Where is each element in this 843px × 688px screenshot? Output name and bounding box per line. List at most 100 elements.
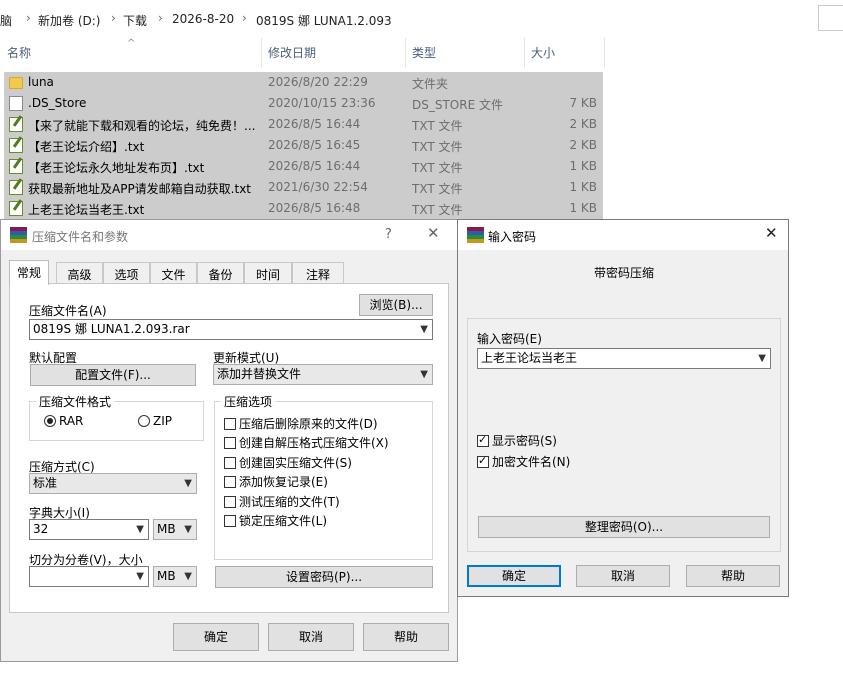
file-row[interactable]: 上老王论坛当老王.txt 2026/8/5 16:48 TXT 文件 1 KB — [4, 198, 603, 219]
breadcrumb-date-folder[interactable]: 2026-8-20 — [172, 12, 234, 26]
password-value: 上老王论坛当老王 — [481, 351, 578, 365]
file-name: 【老王论坛介绍】.txt — [28, 140, 145, 154]
file-date: 2026/8/20 22:29 — [268, 75, 368, 89]
column-header-type[interactable]: 类型 — [412, 44, 436, 61]
archive-name-combo[interactable]: 0819S 娜 LUNA1.2.093.rar ▼ — [29, 319, 433, 340]
breadcrumb-current-folder[interactable]: 0819S 娜 LUNA1.2.093 — [256, 12, 392, 29]
compression-method-select[interactable]: 标准 ▼ — [29, 473, 197, 494]
column-divider[interactable] — [405, 38, 406, 68]
archive-name-label: 压缩文件名(A) — [29, 304, 107, 318]
general-tab-panel: 压缩文件名(A) 浏览(B)... 0819S 娜 LUNA1.2.093.ra… — [9, 283, 449, 613]
txt-file-icon — [9, 159, 23, 174]
test-archived-files-checkbox[interactable]: 测试压缩的文件(T) — [224, 493, 340, 510]
tab-files[interactable]: 文件 — [150, 262, 197, 284]
tab-options[interactable]: 选项 — [103, 262, 150, 284]
browse-button[interactable]: 浏览(B)... — [359, 294, 433, 316]
organize-passwords-button[interactable]: 整理密码(O)... — [478, 516, 770, 538]
breadcrumb-separator-icon: › — [26, 11, 31, 25]
checkbox-checked-icon — [477, 433, 489, 447]
ok-button[interactable]: 确定 — [173, 623, 259, 651]
cancel-button[interactable]: 取消 — [268, 623, 354, 651]
tab-backup[interactable]: 备份 — [197, 262, 244, 284]
file-type: TXT 文件 — [412, 203, 463, 217]
format-zip-radio[interactable]: ZIP — [138, 414, 172, 428]
close-icon[interactable]: ✕ — [427, 224, 440, 242]
column-divider[interactable] — [604, 38, 605, 68]
file-row[interactable]: 【来了就能下载和观看的论坛，纯免费！... 2026/8/5 16:44 TXT… — [4, 114, 603, 135]
file-row[interactable]: 获取最新地址及APP请发邮箱自动获取.txt 2021/6/30 22:54 T… — [4, 177, 603, 198]
help-icon[interactable]: ? — [385, 227, 392, 242]
file-row[interactable]: luna 2026/8/20 22:29 文件夹 — [4, 72, 603, 93]
breadcrumb-this-pc[interactable]: 脑 — [0, 12, 12, 29]
column-header-name[interactable]: 名称 — [7, 44, 31, 61]
checkbox-unchecked-icon — [224, 457, 236, 469]
encrypt-file-names-checkbox[interactable]: 加密文件名(N) — [477, 453, 570, 470]
breadcrumb-separator-icon: › — [111, 11, 116, 25]
update-mode-select[interactable]: 添加并替换文件 ▼ — [213, 364, 433, 385]
delete-after-archiving-checkbox[interactable]: 压缩后删除原来的文件(D) — [224, 415, 378, 432]
format-rar-radio[interactable]: RAR — [44, 414, 83, 428]
file-size: 1 KB — [569, 201, 597, 215]
help-button[interactable]: 帮助 — [363, 623, 449, 651]
file-name: .DS_Store — [28, 96, 87, 110]
dialog-titlebar[interactable]: 压缩文件名和参数 ? ✕ — [1, 220, 457, 250]
chevron-down-icon: ▼ — [184, 524, 192, 535]
dictionary-unit-value: MB — [157, 522, 176, 536]
file-row[interactable]: 【老王论坛永久地址发布页】.txt 2026/8/5 16:44 TXT 文件 … — [4, 156, 603, 177]
profiles-button[interactable]: 配置文件(F)... — [30, 364, 196, 386]
chevron-down-icon: ▼ — [758, 353, 766, 364]
archive-parameters-dialog: 压缩文件名和参数 ? ✕ 常规 高级 选项 文件 备份 时间 注释 压缩文件名(… — [0, 219, 458, 662]
radio-unselected-icon — [138, 415, 150, 427]
breadcrumb-downloads[interactable]: 下载 — [123, 12, 147, 29]
tab-general[interactable]: 常规 — [9, 260, 49, 285]
file-name: 上老王论坛当老王.txt — [28, 203, 145, 217]
file-date: 2026/8/5 16:45 — [268, 138, 361, 152]
add-recovery-record-checkbox[interactable]: 添加恢复记录(E) — [224, 473, 328, 490]
update-mode-value: 添加并替换文件 — [217, 367, 302, 381]
set-password-button[interactable]: 设置密码(P)... — [215, 566, 433, 588]
file-name: 【来了就能下载和观看的论坛，纯免费！... — [28, 119, 256, 133]
show-password-checkbox[interactable]: 显示密码(S) — [477, 432, 557, 449]
lock-archive-checkbox[interactable]: 锁定压缩文件(L) — [224, 512, 327, 529]
compression-method-value: 标准 — [33, 476, 58, 490]
column-divider[interactable] — [524, 38, 525, 68]
dialog-titlebar[interactable]: 输入密码 ✕ — [458, 220, 788, 250]
file-size: 2 KB — [569, 138, 597, 152]
txt-file-icon — [9, 117, 23, 132]
file-size: 7 KB — [569, 96, 597, 110]
column-header-modified[interactable]: 修改日期 — [268, 44, 316, 61]
column-divider[interactable] — [261, 38, 262, 68]
search-input[interactable] — [818, 5, 843, 31]
help-button[interactable]: 帮助 — [686, 565, 780, 587]
address-bar[interactable]: 脑 › 新加卷 (D:) › 下载 › 2026-8-20 › 0819S 娜 … — [0, 0, 843, 38]
radio-selected-icon — [44, 415, 56, 427]
dictionary-unit-select[interactable]: MB ▼ — [153, 519, 197, 540]
file-size: 2 KB — [569, 117, 597, 131]
breadcrumb-drive-d[interactable]: 新加卷 (D:) — [38, 12, 100, 29]
checkbox-unchecked-icon — [224, 515, 236, 527]
checkbox-unchecked-icon — [224, 437, 236, 449]
cancel-button[interactable]: 取消 — [576, 565, 670, 587]
password-input[interactable]: 上老王论坛当老王 ▼ — [477, 348, 771, 369]
file-row[interactable]: 【老王论坛介绍】.txt 2026/8/5 16:45 TXT 文件 2 KB — [4, 135, 603, 156]
column-header-size[interactable]: 大小 — [531, 44, 555, 61]
file-date: 2026/8/5 16:48 — [268, 201, 361, 215]
checkbox-unchecked-icon — [224, 496, 236, 508]
ok-button[interactable]: 确定 — [467, 565, 561, 587]
file-date: 2026/8/5 16:44 — [268, 117, 361, 131]
file-row[interactable]: .DS_Store 2020/10/15 23:36 DS_STORE 文件 7… — [4, 93, 603, 114]
split-unit-select[interactable]: MB ▼ — [153, 566, 197, 587]
dictionary-size-combo[interactable]: 32 ▼ — [29, 519, 149, 540]
close-icon[interactable]: ✕ — [765, 224, 778, 242]
file-type: TXT 文件 — [412, 119, 463, 133]
password-label: 输入密码(E) — [477, 332, 542, 346]
tab-time[interactable]: 时间 — [244, 262, 292, 284]
create-sfx-checkbox[interactable]: 创建自解压格式压缩文件(X) — [224, 434, 389, 451]
chevron-down-icon: ▼ — [184, 478, 192, 489]
archive-name-value: 0819S 娜 LUNA1.2.093.rar — [33, 322, 190, 336]
column-header-bar: ^ 名称 修改日期 类型 大小 — [0, 38, 605, 68]
tab-advanced[interactable]: 高级 — [56, 262, 103, 284]
split-volume-size-combo[interactable]: ▼ — [29, 566, 149, 587]
tab-comment[interactable]: 注释 — [292, 262, 344, 284]
create-solid-checkbox[interactable]: 创建固实压缩文件(S) — [224, 454, 352, 471]
